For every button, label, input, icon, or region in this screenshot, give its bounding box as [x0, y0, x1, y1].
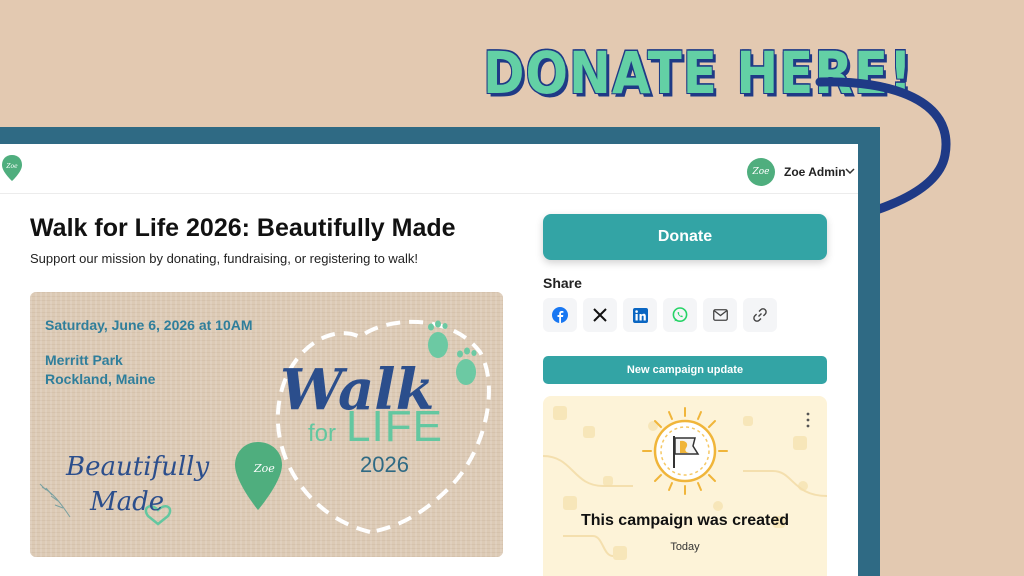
avatar[interactable]: Zoe [747, 158, 775, 186]
activity-timestamp: Today [670, 541, 700, 553]
campaign-window: Zoe Zoe Zoe Admin Walk for Life 2026: Be… [0, 144, 858, 576]
more-options-icon[interactable] [805, 412, 811, 428]
share-link-button[interactable] [743, 298, 777, 332]
share-whatsapp-button[interactable] [663, 298, 697, 332]
new-campaign-update-button[interactable]: New campaign update [543, 356, 827, 384]
event-date: Saturday, June 6, 2026 at 10AM [45, 317, 253, 333]
top-bar: Zoe Zoe Zoe Admin [0, 144, 858, 194]
campaign-created-badge [642, 407, 728, 495]
linkedin-icon [632, 307, 648, 323]
x-icon [593, 308, 607, 322]
pin-logo-text: Zoe [254, 462, 275, 475]
map-pin-icon [235, 442, 282, 510]
share-x-button[interactable] [583, 298, 617, 332]
leaf-sprig-icon [39, 483, 71, 518]
activity-title: This campaign was created [580, 512, 790, 529]
chevron-down-icon[interactable] [845, 166, 855, 176]
year-logo-text: 2026 [360, 452, 409, 477]
footprints-icon [428, 320, 477, 385]
logo-text: Zoe [5, 163, 18, 170]
share-heading: Share [543, 275, 582, 291]
beautifully-text: Beautifully [66, 452, 210, 482]
email-icon [712, 309, 728, 321]
event-location-city: Rockland, Maine [45, 371, 156, 387]
campaign-banner-image: Saturday, June 6, 2026 at 10AM Merritt P… [30, 292, 503, 557]
life-logo-text: LIFE [346, 402, 443, 451]
share-email-button[interactable] [703, 298, 737, 332]
donate-button[interactable]: Donate [543, 214, 827, 260]
for-logo-text: for [308, 420, 337, 447]
made-text: Made [90, 487, 165, 517]
user-name[interactable]: Zoe Admin [784, 165, 846, 179]
activity-card: This campaign was created Today [543, 396, 827, 576]
event-location-park: Merritt Park [45, 352, 123, 368]
page-subtitle: Support our mission by donating, fundrai… [30, 251, 419, 266]
page-title: Walk for Life 2026: Beautifully Made [30, 214, 456, 242]
whatsapp-icon [672, 307, 688, 322]
logo-pin-icon[interactable]: Zoe [2, 154, 22, 182]
facebook-icon [552, 307, 568, 323]
link-icon [753, 308, 767, 322]
share-linkedin-button[interactable] [623, 298, 657, 332]
share-facebook-button[interactable] [543, 298, 577, 332]
